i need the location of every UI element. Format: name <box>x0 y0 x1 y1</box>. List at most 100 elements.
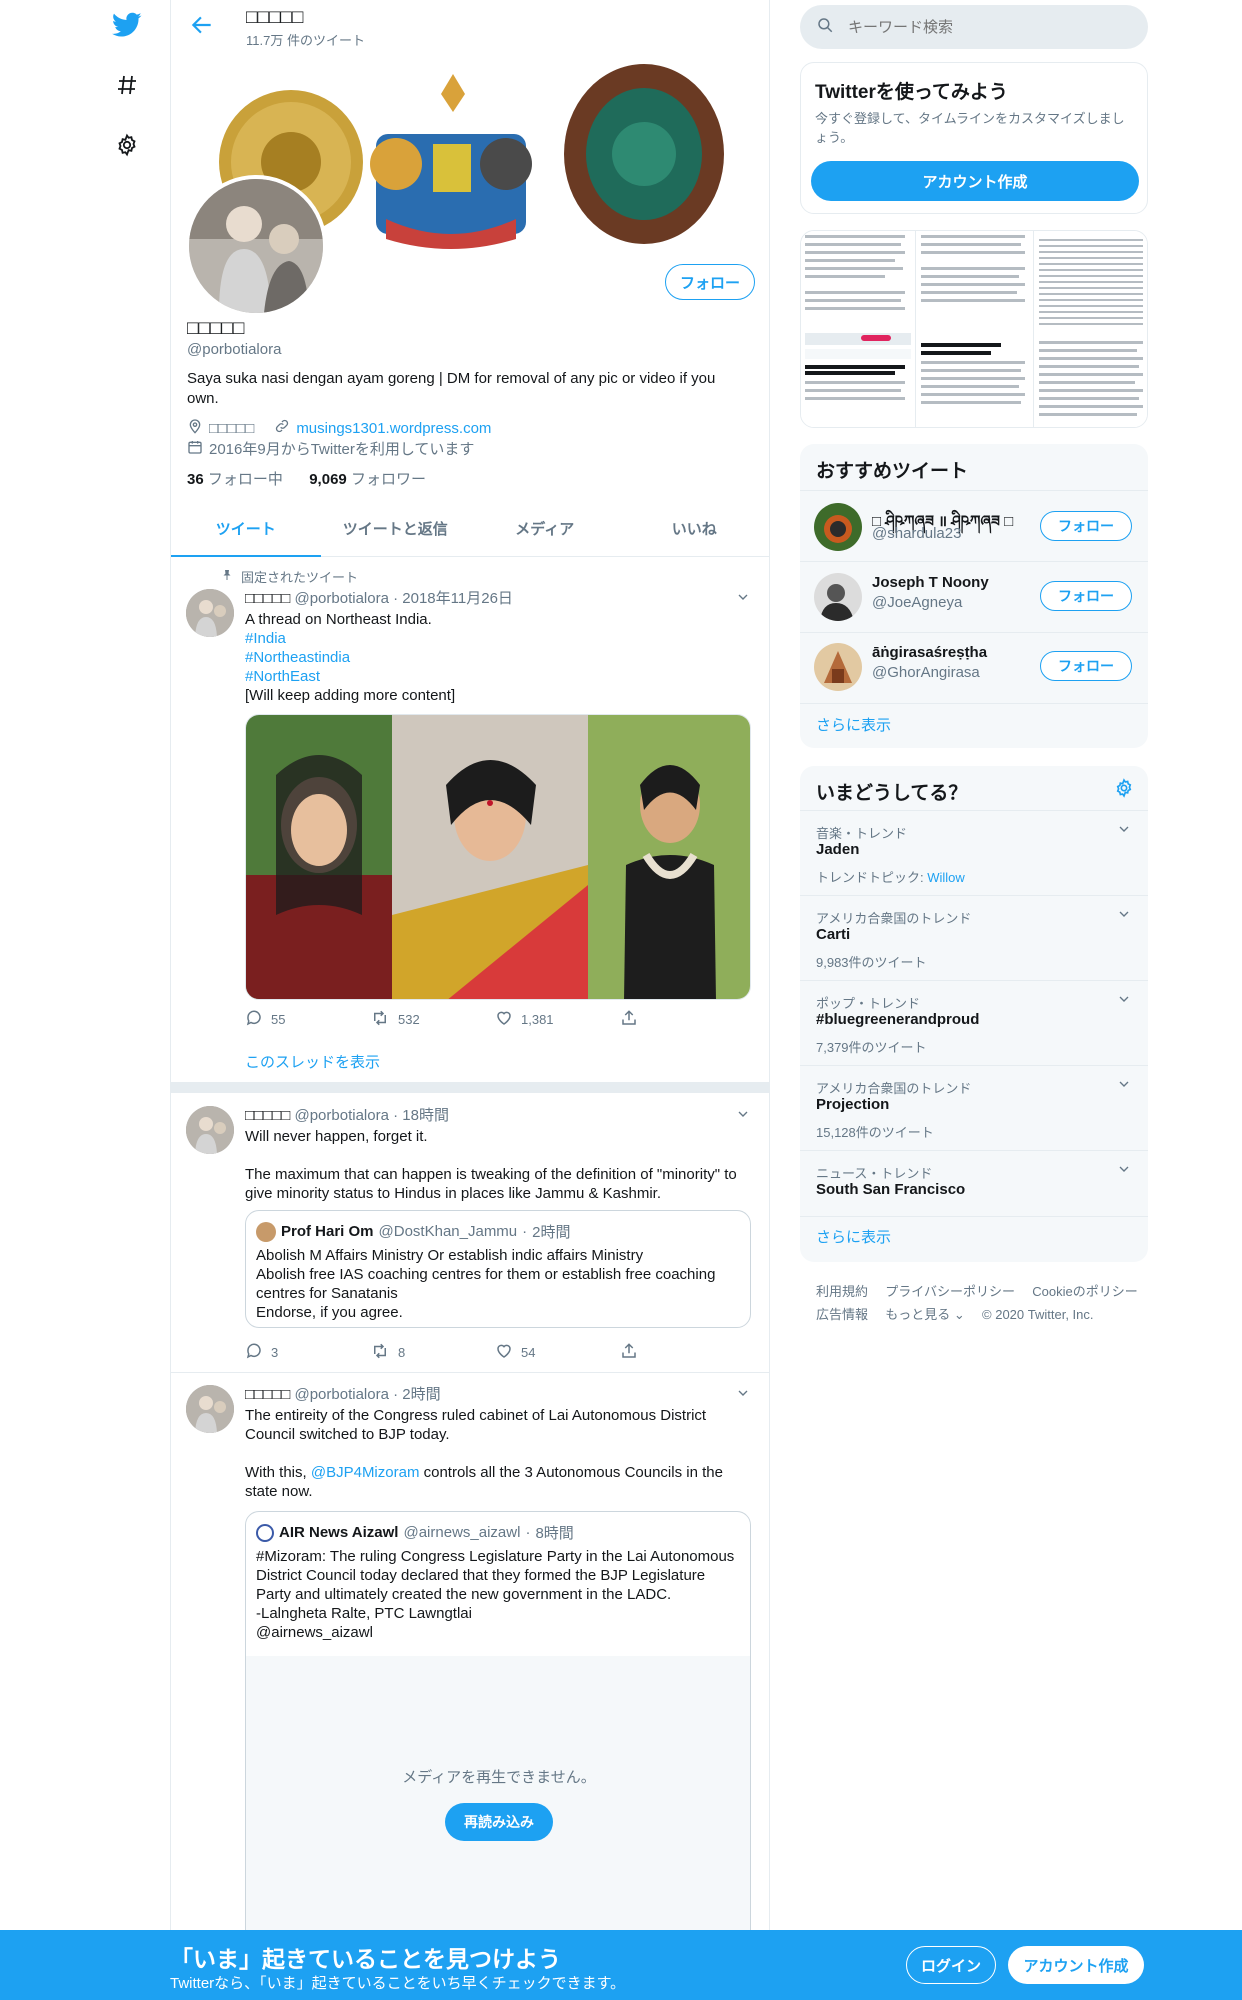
tweet-text: The entireity of the Congress ruled cabi… <box>245 1407 723 1500</box>
trend-context: アメリカ合衆国のトレンド <box>816 911 972 926</box>
hashtag-link[interactable]: #Northeastindia <box>245 649 350 666</box>
footer-link-terms[interactable]: 利用規約 <box>816 1284 868 1299</box>
footer-copyright: © 2020 Twitter, Inc. <box>982 1307 1094 1322</box>
chevron-down-icon[interactable] <box>1116 906 1132 927</box>
tab-media[interactable]: メディア <box>470 500 620 556</box>
explore-hashtag-icon[interactable] <box>112 70 142 100</box>
trends-settings-gear-icon[interactable] <box>1114 778 1134 803</box>
tweet-header: □□□□□ @porbotialora · 18時間 <box>245 1107 449 1124</box>
search-box[interactable] <box>800 5 1148 49</box>
quoted-tweet[interactable]: AIR News Aizawl @airnews_aizawl · 8時間 #M… <box>245 1511 751 2000</box>
reply-button[interactable]: 3 <box>245 1342 370 1363</box>
profile-location: □□□□□ <box>209 419 255 437</box>
follow-suggestion-item[interactable]: Joseph T Noony @JoeAgneya フォロー <box>800 562 1148 632</box>
user-avatar <box>814 573 862 621</box>
footer-link-privacy[interactable]: プライバシーポリシー <box>885 1284 1015 1299</box>
signup-card-desc: 今すぐ登録して、タイムラインをカスタマイズしましょう。 <box>815 111 1125 145</box>
follow-user-button[interactable]: フォロー <box>1040 651 1132 681</box>
login-button[interactable]: ログイン <box>906 1946 996 1984</box>
location-pin-icon <box>187 418 203 440</box>
tweet-time[interactable]: 18時間 <box>402 1107 449 1124</box>
like-button[interactable]: 54 <box>495 1342 620 1363</box>
chevron-down-icon[interactable] <box>1116 821 1132 842</box>
trend-tweet-count: 15,128件のツイート <box>816 1125 934 1140</box>
tweet-time[interactable]: 2時間 <box>402 1386 440 1403</box>
tweet-item-pinned[interactable]: 固定されたツイート □□□□□ @porbotialora · 2018年11月… <box>171 557 769 1083</box>
trend-title: Jaden <box>816 841 860 858</box>
profile-website-link[interactable]: musings1301.wordpress.com <box>296 419 491 439</box>
hashtag-link[interactable]: #India <box>245 630 286 647</box>
tweet-time[interactable]: 2018年11月26日 <box>402 590 513 607</box>
create-account-button[interactable]: アカウント作成 <box>811 161 1139 201</box>
who-to-follow-title: おすすめツイート <box>816 461 969 482</box>
profile-tabs: ツイート ツイートと返信 メディア いいね <box>171 500 769 557</box>
trend-subtitle: トレンドトピック: Willow <box>816 870 965 885</box>
chevron-down-icon[interactable] <box>1116 1161 1132 1182</box>
tweet-author-avatar[interactable] <box>186 1106 234 1154</box>
tweet-author-handle[interactable]: @porbotialora <box>294 1107 388 1124</box>
prompt-headline: 「いま」起きていることを見つけよう <box>170 1946 561 1972</box>
show-more-trends-link[interactable]: さらに表示 <box>816 1226 891 1247</box>
share-button[interactable] <box>620 1342 745 1363</box>
user-avatar <box>814 643 862 691</box>
profile-bio: Saya suka nasi dengan ayam goreng | DM f… <box>187 370 716 407</box>
tweet-item[interactable]: □□□□□ @porbotialora · 2時間 The entireity … <box>171 1373 769 2000</box>
media-thumbnail-collage[interactable] <box>800 230 1148 428</box>
profile-handle: @porbotialora <box>187 341 282 358</box>
followers-count-link[interactable]: 9,069 フォロワー <box>309 471 426 488</box>
tweet-author-handle[interactable]: @porbotialora <box>294 590 388 607</box>
share-icon <box>620 1009 638 1030</box>
tab-tweets[interactable]: ツイート <box>171 500 321 557</box>
mention-link[interactable]: @BJP4Mizoram <box>311 1464 420 1481</box>
tweet-media-image[interactable] <box>245 714 751 1000</box>
trend-item[interactable]: ニュース・トレンド South San Francisco <box>800 1150 1148 1217</box>
search-input[interactable] <box>846 17 1110 37</box>
reply-button[interactable]: 55 <box>245 1009 370 1030</box>
share-button[interactable] <box>620 1009 745 1030</box>
twitter-logo-icon[interactable] <box>112 10 142 40</box>
hashtag-link[interactable]: #NorthEast <box>245 668 320 685</box>
reply-icon <box>245 1009 263 1030</box>
profile-avatar[interactable] <box>185 175 327 317</box>
sidebar-footer: 利用規約 プライバシーポリシー Cookieのポリシー 広告情報 もっと見る ⌄… <box>816 1280 1146 1326</box>
trend-title: South San Francisco <box>816 1181 966 1198</box>
quoted-tweet[interactable]: Prof Hari Om @DostKhan_Jammu · 2時間 Aboli… <box>245 1210 751 1328</box>
follow-suggestion-item[interactable]: □ ཤིཥཀཞཟ ॥ ཤིཥཀཞཟ □ @shardula23 フォロー <box>800 491 1148 561</box>
tweet-author-name[interactable]: □□□□□ <box>245 1107 290 1124</box>
signup-button[interactable]: アカウント作成 <box>1008 1946 1144 1984</box>
following-count-link[interactable]: 36 フォロー中 <box>187 471 283 488</box>
trend-topic-link[interactable]: Willow <box>927 870 965 885</box>
chevron-down-icon[interactable] <box>1116 1076 1132 1097</box>
trend-item[interactable]: アメリカ合衆国のトレンド Projection 15,128件のツイート <box>800 1065 1148 1151</box>
trend-item[interactable]: ポップ・トレンド #bluegreenerandproud 7,379件のツイー… <box>800 980 1148 1066</box>
follow-button[interactable]: フォロー <box>665 264 755 300</box>
tweet-author-name[interactable]: □□□□□ <box>245 590 290 607</box>
footer-link-more[interactable]: もっと見る ⌄ <box>885 1307 965 1322</box>
back-arrow-icon[interactable] <box>189 12 215 38</box>
trend-item[interactable]: 音楽・トレンド Jaden トレンドトピック: Willow <box>800 810 1148 896</box>
chevron-down-icon[interactable] <box>1116 991 1132 1012</box>
like-button[interactable]: 1,381 <box>495 1009 620 1030</box>
signup-card: Twitterを使ってみよう 今すぐ登録して、タイムラインをカスタマイズしましょ… <box>800 62 1148 214</box>
follow-user-button[interactable]: フォロー <box>1040 511 1132 541</box>
tweet-author-avatar[interactable] <box>186 589 234 637</box>
follow-suggestion-item[interactable]: āṅgirasaśreṣṭha @GhorAngirasa フォロー <box>800 633 1148 703</box>
footer-link-ads[interactable]: 広告情報 <box>816 1307 868 1322</box>
tweet-item[interactable]: □□□□□ @porbotialora · 18時間 Will never ha… <box>171 1094 769 1373</box>
retweet-button[interactable]: 8 <box>370 1342 495 1363</box>
tweet-author-name[interactable]: □□□□□ <box>245 1386 290 1403</box>
show-more-suggestions-link[interactable]: さらに表示 <box>816 714 891 735</box>
follow-user-button[interactable]: フォロー <box>1040 581 1132 611</box>
tweet-author-handle[interactable]: @porbotialora <box>294 1386 388 1403</box>
settings-gear-icon[interactable] <box>112 130 142 160</box>
tab-tweets-and-replies[interactable]: ツイートと返信 <box>321 500 471 556</box>
trend-item[interactable]: アメリカ合衆国のトレンド Carti 9,983件のツイート <box>800 895 1148 981</box>
tab-likes[interactable]: いいね <box>620 500 770 556</box>
reload-button[interactable]: 再読み込み <box>445 1803 553 1841</box>
footer-link-cookies[interactable]: Cookieのポリシー <box>1032 1284 1137 1299</box>
show-thread-link[interactable]: このスレッドを表示 <box>245 1051 380 1072</box>
retweet-button[interactable]: 532 <box>370 1009 495 1030</box>
tweet-author-avatar[interactable] <box>186 1385 234 1433</box>
retweet-icon <box>370 1009 390 1030</box>
prompt-subtext: Twitterなら、「いま」起きていることをいち早くチェックできます。 <box>170 1975 626 1992</box>
